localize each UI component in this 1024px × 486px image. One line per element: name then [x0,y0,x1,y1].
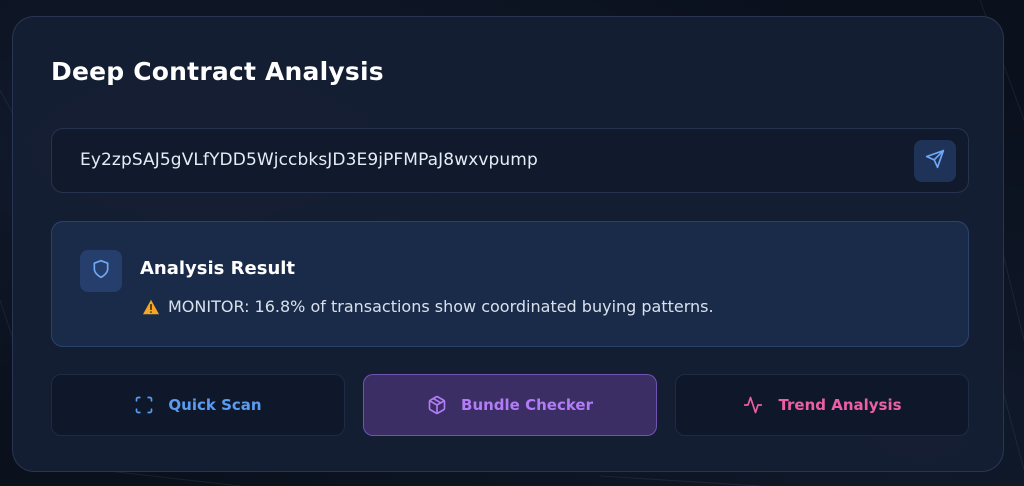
trend-analysis-button[interactable]: Trend Analysis [675,374,969,436]
quick-scan-label: Quick Scan [168,396,262,414]
submit-address-button[interactable] [914,140,956,182]
analysis-result-card: Analysis Result MONITOR: 16.8% of transa… [51,221,969,347]
contract-analysis-panel: Deep Contract Analysis Ey2zpSAJ5gVLfYDD5… [12,16,1004,472]
shield-icon [91,259,111,283]
contract-address-field[interactable]: Ey2zpSAJ5gVLfYDD5WjccbksJD3E9jPFMPaJ8wxv… [51,128,969,193]
warning-icon [142,299,160,315]
trend-analysis-label: Trend Analysis [778,396,902,414]
panel-title: Deep Contract Analysis [51,57,384,86]
bundle-checker-label: Bundle Checker [461,396,593,414]
quick-scan-button[interactable]: Quick Scan [51,374,345,436]
result-icon-badge [80,250,122,292]
contract-address-value[interactable]: Ey2zpSAJ5gVLfYDD5WjccbksJD3E9jPFMPaJ8wxv… [80,150,538,170]
scan-icon [134,395,154,415]
result-message: MONITOR: 16.8% of transactions show coor… [168,297,714,316]
result-message-row: MONITOR: 16.8% of transactions show coor… [142,297,714,316]
activity-icon [742,395,764,415]
package-icon [427,395,447,415]
bundle-checker-button[interactable]: Bundle Checker [363,374,657,436]
result-title: Analysis Result [140,258,296,279]
send-icon [925,149,945,173]
